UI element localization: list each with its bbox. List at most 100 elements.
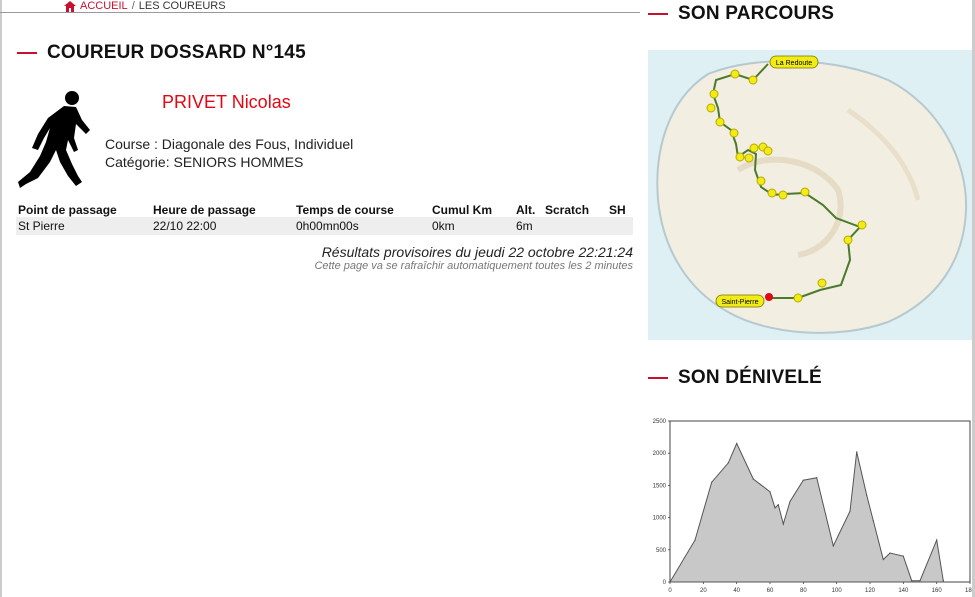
checkpoint-marker <box>793 293 803 303</box>
elevation-point <box>774 507 776 509</box>
cell-temps: 0h00mn00s <box>294 217 430 235</box>
start-label: Saint-Pierre <box>722 299 759 306</box>
y-tick-label: 0 <box>663 580 667 586</box>
elevation-point <box>889 552 891 554</box>
x-tick-label: 180 <box>965 588 972 594</box>
cell-point: St Pierre <box>16 217 151 235</box>
heading-dash <box>648 377 668 379</box>
elevation-point <box>777 504 779 506</box>
parcours-heading: SON PARCOURS <box>648 3 834 25</box>
breadcrumb-home-link[interactable]: ACCUEIL <box>80 0 128 12</box>
heading-dash <box>648 13 668 15</box>
parcours-title: SON PARCOURS <box>678 3 835 24</box>
x-tick-label: 160 <box>932 588 943 594</box>
checkpoint-marker <box>735 152 745 162</box>
elevation-point <box>911 580 913 582</box>
checkpoint-marker <box>706 103 716 113</box>
elevation-point <box>816 477 818 479</box>
route-map: La Redoute Saint-Pierre <box>648 50 972 340</box>
checkpoint-marker <box>749 143 759 153</box>
runner-course: Course : Diagonale des Fous, Individuel <box>105 136 354 152</box>
cell-sh <box>607 217 633 235</box>
x-tick-label: 20 <box>700 588 707 594</box>
checkpoint-marker <box>843 235 853 245</box>
elevation-point <box>872 520 874 522</box>
route-map-svg: La Redoute Saint-Pierre <box>656 55 968 334</box>
x-tick-label: 100 <box>832 588 843 594</box>
finish-label: La Redoute <box>776 60 812 67</box>
table-row: St Pierre 22/10 22:00 0h00mn00s 0km 6m <box>16 217 633 235</box>
elevation-point <box>936 539 938 541</box>
cell-alt: 6m <box>514 217 543 235</box>
checkpoint-marker <box>730 69 740 79</box>
checkpoint-marker <box>800 187 810 197</box>
table-header-row: Point de passage Heure de passage Temps … <box>16 202 633 217</box>
refresh-note: Cette page va se rafraîchir automatiquem… <box>314 260 633 272</box>
elevation-chart-svg: 0 500 1000 1500 2000 2500 0 20 40 60 80 100 120 140 16… <box>653 419 975 594</box>
checkpoint-marker <box>767 188 777 198</box>
dossard-title: COUREUR DOSSARD N°145 <box>47 42 306 63</box>
breadcrumb: ACCUEIL / LES COUREURS <box>64 0 226 12</box>
results-timestamp: Résultats provisoires du jeudi 22 octobr… <box>321 244 633 260</box>
elevation-point <box>919 580 921 582</box>
elevation-point <box>882 558 884 561</box>
x-tick-label: 140 <box>898 588 909 594</box>
runner-category: Catégorie: SENIORS HOMMES <box>105 154 304 170</box>
col-scratch: Scratch <box>545 202 590 217</box>
cell-cumul: 0km <box>430 217 514 235</box>
elevation-point <box>942 580 944 582</box>
y-tick-label: 1000 <box>653 516 667 522</box>
col-heure: Heure de passage <box>153 202 256 217</box>
elevation-point <box>782 523 784 525</box>
elevation-point <box>866 494 868 496</box>
x-tick-label: 60 <box>767 588 774 594</box>
col-point: Point de passage <box>18 202 117 217</box>
col-temps: Temps de course <box>296 202 394 217</box>
elevation-point <box>711 481 713 483</box>
cell-scratch <box>543 217 607 235</box>
heading-dash <box>17 52 37 54</box>
start-marker <box>765 293 773 301</box>
elevation-point <box>802 479 804 481</box>
elevation-point <box>902 555 904 557</box>
checkpoint-marker <box>817 278 827 288</box>
breadcrumb-divider <box>0 12 640 13</box>
checkpoint-marker <box>857 220 867 230</box>
cell-heure: 22/10 22:00 <box>151 217 294 235</box>
checkpoint-marker <box>709 89 719 99</box>
breadcrumb-current: LES COUREURS <box>138 0 226 12</box>
elevation-point <box>694 539 696 541</box>
x-tick-label: 120 <box>865 588 876 594</box>
dossard-heading: COUREUR DOSSARD N°145 <box>17 42 306 64</box>
checkpoint-marker <box>748 75 758 85</box>
col-cumul: Cumul Km <box>432 202 492 217</box>
y-tick-label: 1500 <box>653 483 667 489</box>
checkpoint-table: Point de passage Heure de passage Temps … <box>16 202 633 235</box>
y-tick-label: 500 <box>656 548 667 554</box>
x-tick-label: 0 <box>668 588 672 594</box>
checkpoint-marker <box>715 117 725 127</box>
y-tick-label: 2500 <box>653 419 667 425</box>
elevation-point <box>752 478 754 480</box>
elevation-point <box>856 451 858 453</box>
elevation-point <box>769 491 771 493</box>
elevation-point <box>736 442 738 445</box>
elevation-point <box>832 545 834 547</box>
col-sh: SH <box>609 202 626 217</box>
elevation-point <box>727 462 729 464</box>
runner-silhouette-icon <box>18 91 90 188</box>
checkpoint-marker <box>778 190 788 200</box>
denivele-title: SON DÉNIVELÉ <box>678 367 822 388</box>
checkpoint-marker <box>744 153 754 163</box>
checkpoint-marker <box>729 128 739 138</box>
y-tick-label: 2000 <box>653 451 667 457</box>
x-tick-label: 40 <box>733 588 740 594</box>
x-tick-label: 80 <box>800 588 807 594</box>
home-icon[interactable] <box>64 0 76 12</box>
runner-name: PRIVET Nicolas <box>162 92 291 112</box>
elevation-point <box>849 510 851 512</box>
checkpoint-marker <box>763 146 773 156</box>
col-alt: Alt. <box>516 202 536 217</box>
denivele-heading: SON DÉNIVELÉ <box>648 367 822 389</box>
checkpoint-marker <box>756 176 766 186</box>
